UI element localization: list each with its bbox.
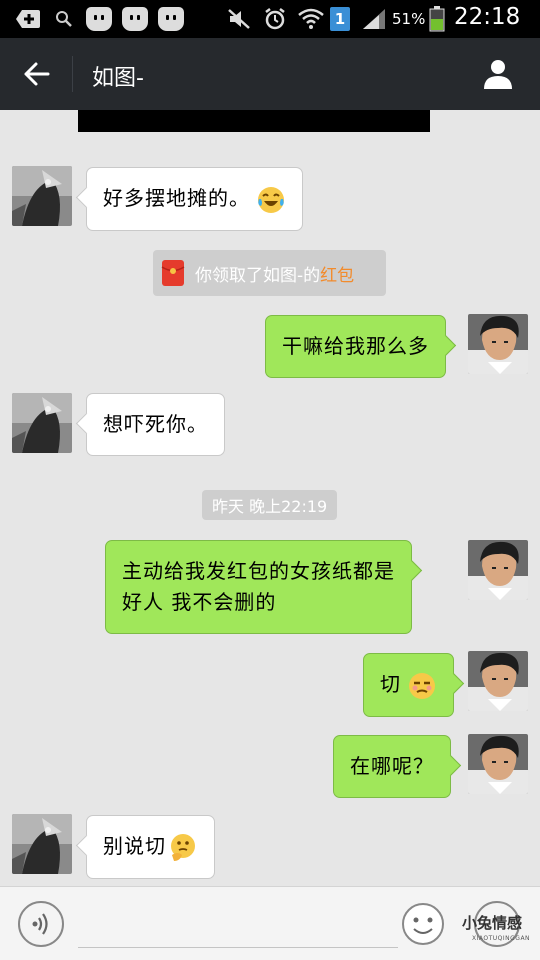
unamused-emoji xyxy=(409,672,435,699)
message-bubble-received[interactable]: 想吓死你。 xyxy=(86,393,225,456)
red-packet-notice[interactable]: 你领取了如图-的 红包 xyxy=(153,250,386,296)
message-text: 好多摆地摊的。 xyxy=(103,186,250,210)
status-bar: 1 51% 22:18 xyxy=(0,0,540,38)
mute-icon xyxy=(226,7,252,31)
back-button[interactable] xyxy=(20,58,52,90)
chat-info-button[interactable] xyxy=(480,56,516,92)
message-text: 在哪呢？ xyxy=(350,754,434,778)
my-avatar[interactable] xyxy=(468,734,528,794)
message-input[interactable] xyxy=(78,947,398,948)
search-icon xyxy=(54,7,74,31)
censor-bar xyxy=(78,110,430,132)
red-packet-text: 你领取了如图-的 xyxy=(195,265,321,286)
message-bubble-sent[interactable]: 干嘛给我那么多 xyxy=(265,315,446,378)
red-envelope-icon xyxy=(161,260,185,286)
message-bubble-received[interactable]: 好多摆地摊的。 xyxy=(86,167,303,231)
message-text: 切 xyxy=(380,672,401,696)
message-bubble-sent[interactable]: 切 xyxy=(363,653,454,717)
voice-button[interactable] xyxy=(18,901,64,947)
wifi-icon xyxy=(298,7,324,31)
battery-icon xyxy=(428,6,446,32)
add-notification-icon xyxy=(14,7,42,31)
contact-avatar[interactable] xyxy=(12,393,72,453)
contact-avatar[interactable] xyxy=(12,814,72,874)
contact-avatar[interactable] xyxy=(12,166,72,226)
my-avatar[interactable] xyxy=(468,651,528,711)
voice-icon xyxy=(32,913,48,935)
thinking-emoji xyxy=(171,833,195,861)
sim-badge: 1 xyxy=(330,7,350,31)
clock: 22:18 xyxy=(454,4,521,30)
red-packet-highlight[interactable]: 红包 xyxy=(320,261,354,286)
smiley-icon xyxy=(402,903,444,945)
person-icon xyxy=(484,60,512,89)
alarm-icon xyxy=(262,7,288,31)
chat-title: 如图- xyxy=(92,66,144,91)
message-text-line: 好人 我不会删的 xyxy=(122,590,277,614)
input-bar xyxy=(0,886,540,960)
timestamp: 昨天 晚上22:19 xyxy=(202,490,338,520)
message-text: 干嘛给我那么多 xyxy=(282,334,429,358)
app-notification-icon xyxy=(122,7,148,31)
message-text-line: 主动给我发红包的女孩纸都是 xyxy=(122,559,395,583)
signal-icon xyxy=(360,7,388,31)
message-bubble-sent[interactable]: 主动给我发红包的女孩纸都是 好人 我不会删的 xyxy=(105,540,412,634)
header-divider xyxy=(72,56,73,92)
app-notification-icon xyxy=(86,7,112,31)
emoji-button[interactable] xyxy=(400,901,446,947)
my-avatar[interactable] xyxy=(468,314,528,374)
message-text: 别说切 xyxy=(103,834,166,858)
message-bubble-sent[interactable]: 在哪呢？ xyxy=(333,735,451,798)
watermark-subtext: XIAOTUQINGGAN xyxy=(472,935,531,942)
message-text: 想吓死你。 xyxy=(103,412,208,436)
laugh-cry-emoji xyxy=(258,186,284,213)
chat-header: 如图- xyxy=(0,38,540,110)
battery-percent: 51% xyxy=(392,10,426,28)
watermark-logo-text: 小兔情感 xyxy=(462,914,523,932)
back-arrow-icon xyxy=(24,62,50,86)
message-bubble-received[interactable]: 别说切 xyxy=(86,815,215,879)
app-notification-icon xyxy=(158,7,184,31)
my-avatar[interactable] xyxy=(468,540,528,600)
